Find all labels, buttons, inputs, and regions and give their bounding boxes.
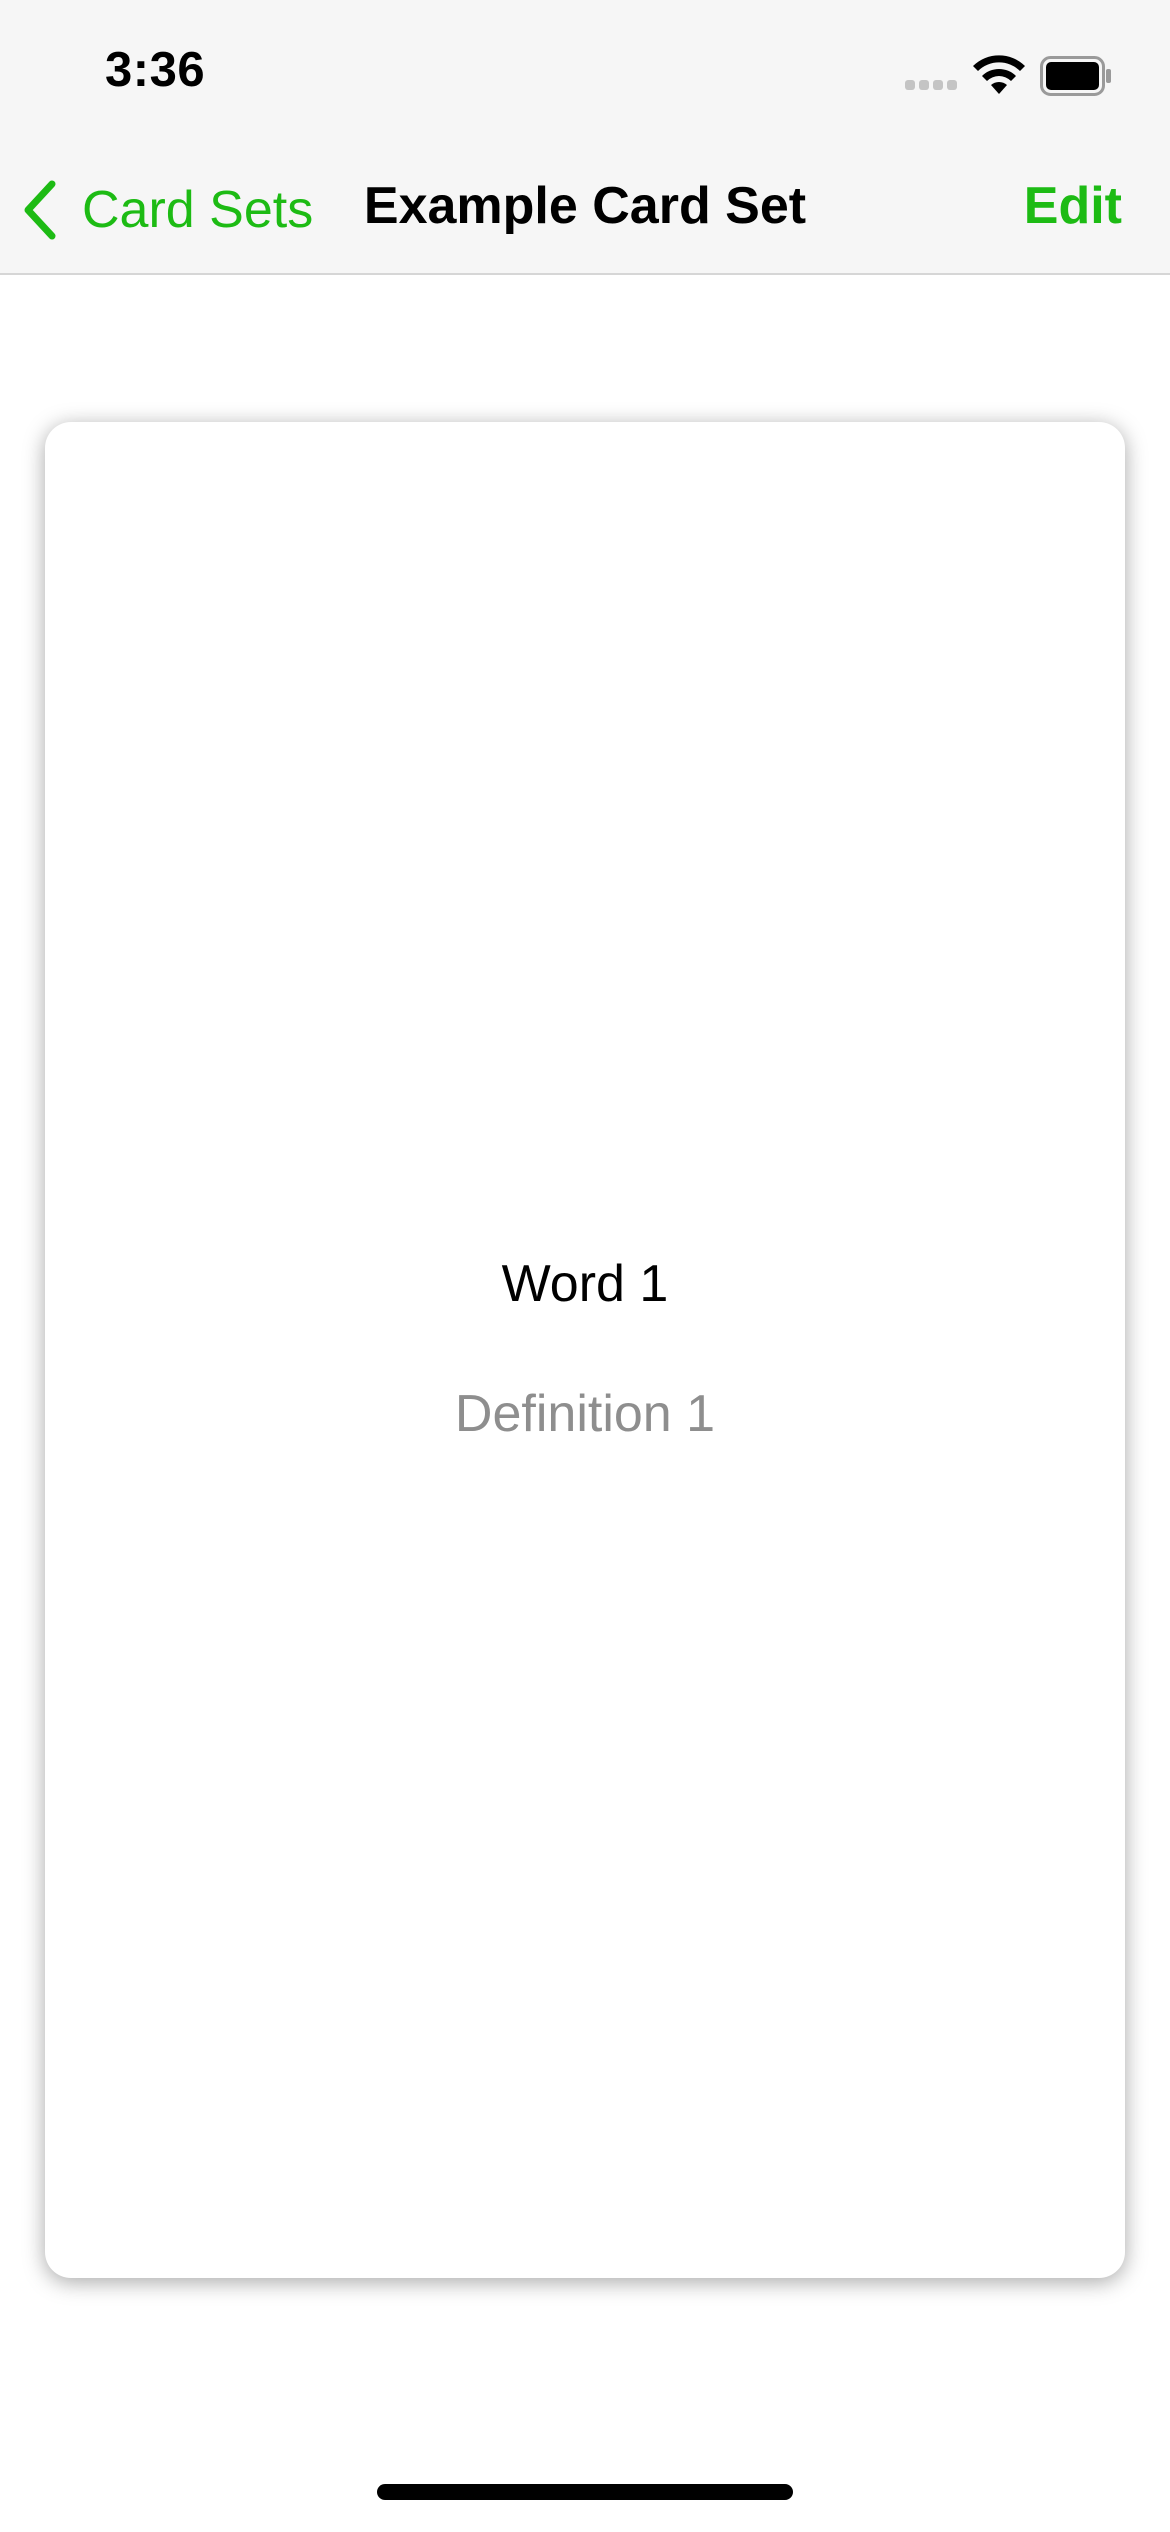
card-word: Word 1 <box>501 1255 669 1313</box>
flash-card[interactable]: Word 1 Definition 1 <box>45 422 1125 2278</box>
page-title: Example Card Set <box>363 177 807 235</box>
wifi-icon <box>973 55 1025 94</box>
edit-button[interactable]: Edit <box>1024 176 1122 236</box>
home-indicator[interactable] <box>377 2484 793 2500</box>
status-bar-time: 3:36 <box>105 43 206 97</box>
card-definition: Definition 1 <box>454 1385 716 1443</box>
cellular-signal-icon <box>905 80 957 92</box>
battery-icon <box>1040 56 1111 96</box>
navigation-header: 3:36 Card Sets Example Card Set Edit <box>0 0 1170 275</box>
